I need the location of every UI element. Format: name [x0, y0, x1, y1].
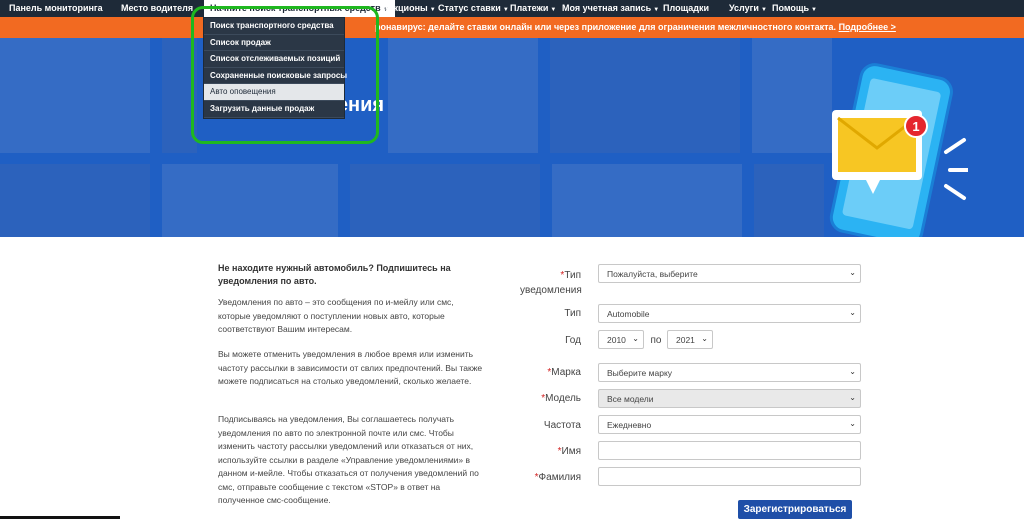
last-name-label: *Фамилия — [534, 472, 581, 483]
vehicle-type-select[interactable]: Automobile ⌄ — [598, 304, 861, 323]
chevron-down-icon: ⌄ — [849, 308, 856, 317]
nav-bid-status[interactable]: Статус ставки ▼ — [438, 3, 509, 13]
info-paragraph: Уведомления по авто – это сообщения по и… — [218, 297, 454, 334]
chevron-down-icon: ▼ — [550, 7, 557, 13]
banner-text: ронавирус: делайте ставки онлайн или чер… — [375, 22, 837, 32]
phone-notification-illustration: 1 — [829, 63, 968, 237]
chevron-down-icon: ⌄ — [701, 334, 708, 343]
type-label: *Тип уведомления — [520, 270, 582, 296]
covid-banner: ронавирус: делайте ставки онлайн или чер… — [0, 17, 1024, 38]
register-button[interactable]: Зарегистрироваться — [738, 500, 852, 519]
alert-type-select[interactable]: Пожалуйста, выберите ⌄ — [598, 264, 861, 283]
year-separator: по — [650, 335, 662, 346]
first-name-label: *Имя — [557, 446, 581, 457]
hero-car-image — [754, 164, 824, 237]
nav-auctions[interactable]: Аукционы ▼ — [382, 3, 436, 13]
chevron-down-icon: ▼ — [811, 7, 817, 13]
frequency-select[interactable]: Ежедневно ⌄ — [598, 415, 861, 434]
chevron-down-icon: ⌄ — [849, 393, 856, 402]
chevron-down-icon: ⌄ — [849, 419, 856, 428]
info-paragraph: Вы можете отменить уведомления в любое в… — [218, 349, 483, 386]
highlight-outline — [191, 6, 379, 144]
model-label: *Модель — [541, 393, 581, 404]
hero-motorcycle-image — [550, 38, 740, 153]
chevron-down-icon: ⌄ — [849, 367, 856, 376]
make-select[interactable]: Выберите марку ⌄ — [598, 363, 861, 382]
top-nav: Панель мониторинга Место водителя Начнит… — [0, 0, 1024, 17]
hero-car-image — [388, 38, 538, 153]
notification-badge: 1 — [912, 119, 919, 134]
hero-car-image — [0, 38, 150, 153]
chevron-down-icon: ▼ — [653, 7, 660, 13]
nav-services[interactable]: Услуги ▼ — [729, 3, 767, 13]
hero-car-image — [0, 164, 150, 237]
nav-my-account[interactable]: Моя учетная запись ▼ — [562, 3, 659, 13]
banner-more-link[interactable]: Подробнее > — [839, 22, 896, 32]
first-name-input[interactable] — [598, 441, 861, 460]
hero-car-image — [162, 164, 338, 237]
year-to-select[interactable]: 2021 ⌄ — [667, 330, 713, 349]
make-label: *Марка — [547, 367, 581, 378]
chevron-down-icon: ▼ — [502, 7, 509, 13]
nav-driver-seat[interactable]: Место водителя — [121, 3, 193, 13]
chevron-down-icon: ▼ — [429, 7, 436, 13]
nav-locations[interactable]: Площадки — [663, 3, 709, 13]
chevron-down-icon: ▼ — [760, 7, 767, 13]
nav-help[interactable]: Помощь ▼ — [772, 3, 817, 13]
chevron-down-icon: ⌄ — [849, 268, 856, 277]
last-name-input[interactable] — [598, 467, 861, 486]
year-label: Год — [565, 335, 581, 346]
year-from-select[interactable]: 2010 ⌄ — [598, 330, 644, 349]
chevron-down-icon: ⌄ — [632, 334, 639, 343]
frequency-label: Частота — [543, 420, 581, 431]
vehicle-type-label: Тип — [564, 308, 581, 319]
nav-payments[interactable]: Платежи ▼ — [510, 3, 556, 13]
nav-dashboard[interactable]: Панель мониторинга — [9, 3, 103, 13]
model-select[interactable]: Все модели ⌄ — [598, 389, 861, 408]
info-paragraph: Подписываясь на уведомления, Вы соглашае… — [218, 414, 479, 505]
info-lead: Не находите нужный автомобиль? Подпишите… — [218, 263, 451, 286]
hero-car-image — [350, 164, 540, 237]
hero-car-image — [552, 164, 742, 237]
